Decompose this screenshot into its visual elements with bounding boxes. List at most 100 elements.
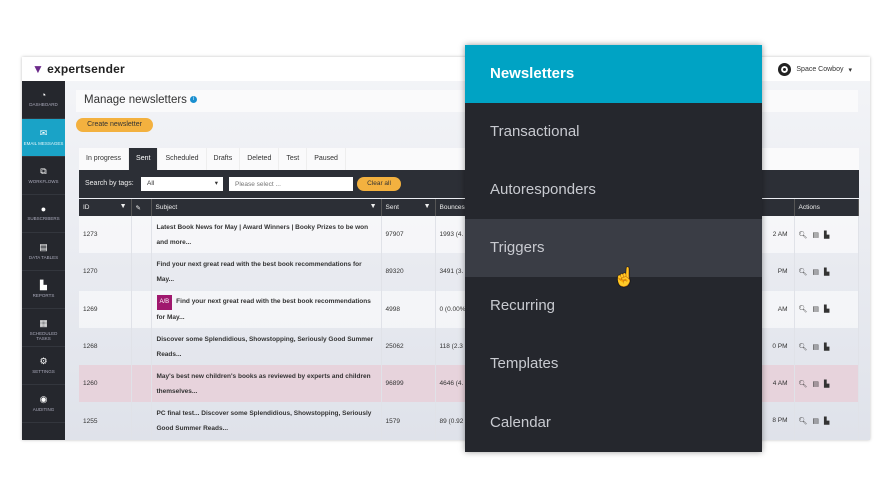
cell-id: 1260 (79, 365, 132, 403)
sidebar-item-label: Auditing (32, 407, 55, 412)
cell-subject[interactable]: Find your next great read with the best … (151, 253, 382, 291)
tab-scheduled[interactable]: Scheduled (158, 148, 207, 170)
menu-item-calendar[interactable]: Calendar (465, 394, 762, 452)
chart-icon[interactable]: ▙ (824, 269, 829, 276)
sidebar-item-data-tables[interactable]: ▤ Data tables (22, 233, 65, 271)
cell-subject[interactable]: Latest Book News for May | Award Winners… (151, 216, 382, 254)
cell-time: PM (777, 268, 788, 276)
cell-id: 1273 (79, 216, 132, 254)
table-icon[interactable]: ▤ (812, 306, 819, 313)
search-icon[interactable]: 🔍︎ (799, 232, 808, 239)
sidebar-item-settings[interactable]: ⚙ Settings (22, 347, 65, 385)
tab-paused[interactable]: Paused (307, 148, 346, 170)
col-attachment: ✎ (131, 199, 152, 216)
table-icon[interactable]: ▤ (812, 269, 819, 276)
cell-id: 1268 (79, 327, 132, 366)
cell-sent: 1579 (381, 402, 436, 440)
menu-item-autoresponders[interactable]: Autoresponders (465, 161, 762, 219)
menu-item-templates[interactable]: Templates (465, 335, 762, 393)
tags-input[interactable] (229, 177, 353, 191)
sidebar-item-label: Data tables (28, 255, 59, 260)
col-actions: Actions (794, 199, 859, 216)
sidebar-item-label: Dashboard (29, 102, 58, 107)
col-subject[interactable]: Subject ▼ (151, 199, 382, 216)
cell-subject[interactable]: A/B Find your next great read with the be… (151, 290, 382, 328)
cell-id: 1255 (79, 402, 132, 440)
filter-icon[interactable]: ▼ (424, 203, 431, 210)
sidebar-item-label: Scheduled tasks (29, 331, 58, 341)
caret-down-icon: ▾ (848, 66, 852, 74)
cell-subject[interactable]: May's best new children's books as revie… (151, 365, 382, 403)
table-icon[interactable]: ▤ (812, 418, 819, 425)
subject-text: Latest Book News for May | Award Winners… (156, 223, 369, 246)
user-menu[interactable]: Space Cowboy ▾ (778, 63, 852, 76)
search-icon[interactable]: 🔍︎ (799, 269, 808, 276)
sidebar-item-dashboard[interactable]: ◔ Dashboard (22, 81, 65, 119)
table-icon[interactable]: ▤ (812, 381, 819, 388)
sidebar-item-label: Workflows (28, 179, 59, 184)
table-icon[interactable]: ▤ (812, 232, 819, 239)
search-icon[interactable]: 🔍︎ (799, 306, 808, 313)
eye-icon: ◉ (39, 394, 48, 404)
envelope-icon: ✉ (39, 128, 48, 138)
sidebar-item-workflows[interactable]: ⧉ Workflows (22, 157, 65, 195)
cell-actions: 🔍︎ ▤ ▙ (794, 365, 859, 403)
cell-subject[interactable]: Discover some Splendidious, Showstopping… (151, 327, 382, 366)
dashboard-icon: ◔ (40, 90, 47, 100)
cell-actions: 🔍︎ ▤ ▙ (794, 290, 859, 328)
tags-select[interactable]: All (141, 177, 223, 191)
subject-text: Find your next great read with the best … (156, 260, 362, 283)
subject-text: Discover some Splendidious, Showstopping… (156, 335, 374, 358)
sidebar-item-subscribers[interactable]: ● Subscribers (22, 195, 65, 233)
sidebar-item-label: Reports (32, 293, 55, 298)
chart-icon: ▙ (40, 280, 47, 290)
tab-drafts[interactable]: Drafts (207, 148, 241, 170)
cell-actions: 🔍︎ ▤ ▙ (794, 216, 859, 254)
user-icon: ● (40, 204, 47, 214)
menu-item-transactional[interactable]: Transactional (465, 103, 762, 161)
info-icon[interactable]: i (190, 96, 198, 104)
cell-sent: 89320 (381, 253, 436, 291)
filter-icon[interactable]: ▼ (370, 203, 377, 210)
cell-attachment (131, 365, 152, 403)
search-by-tags-label: Search by tags: (85, 180, 134, 187)
sidebar-item-label: Settings (32, 369, 55, 374)
cell-time: 2 AM (772, 231, 788, 238)
search-icon[interactable]: 🔍︎ (799, 381, 808, 388)
workflow-icon: ⧉ (40, 166, 47, 176)
tab-test[interactable]: Test (279, 148, 308, 170)
filter-icon[interactable]: ▼ (120, 203, 127, 210)
tab-in-progress[interactable]: In progress (79, 148, 130, 170)
tab-sent[interactable]: Sent (129, 148, 159, 170)
chart-icon[interactable]: ▙ (824, 344, 829, 351)
chart-icon[interactable]: ▙ (824, 418, 829, 425)
sidebar-item-label: Subscribers (27, 216, 60, 221)
gears-icon: ⚙ (39, 356, 48, 366)
sidebar-item-email-messages[interactable]: ✉ Email messages (22, 119, 65, 157)
cell-subject[interactable]: PC final test... Discover some Splendidi… (151, 402, 382, 440)
cell-attachment (131, 402, 152, 440)
chart-icon[interactable]: ▙ (824, 381, 829, 388)
search-icon[interactable]: 🔍︎ (799, 344, 808, 351)
col-sent[interactable]: Sent ▼ (381, 199, 436, 216)
chart-icon[interactable]: ▙ (824, 306, 829, 313)
cell-attachment (131, 216, 152, 254)
logo[interactable]: ▼ expertsender (32, 62, 125, 76)
cell-actions: 🔍︎ ▤ ▙ (794, 253, 859, 291)
menu-item-newsletters[interactable]: Newsletters (465, 45, 762, 104)
create-newsletter-button[interactable]: Create newsletter (76, 118, 153, 132)
table-icon[interactable]: ▤ (812, 344, 819, 351)
sidebar-item-scheduled-tasks[interactable]: ▦ Scheduled tasks (22, 309, 65, 347)
hand-cursor-icon: ☝ (613, 267, 636, 287)
subject-text: Find your next great read with the best … (156, 297, 371, 321)
sidebar-item-reports[interactable]: ▙ Reports (22, 271, 65, 309)
cell-time: 0 PM (772, 342, 788, 350)
clear-all-button[interactable]: Clear all (357, 177, 401, 191)
sidebar-item-auditing[interactable]: ◉ Auditing (22, 385, 65, 423)
tab-deleted[interactable]: Deleted (240, 148, 280, 170)
ab-test-badge: A/B (156, 294, 173, 310)
paperclip-icon: ✎ (135, 204, 141, 212)
search-icon[interactable]: 🔍︎ (799, 418, 808, 425)
chart-icon[interactable]: ▙ (824, 232, 829, 239)
col-id[interactable]: ID ▼ (79, 199, 132, 216)
